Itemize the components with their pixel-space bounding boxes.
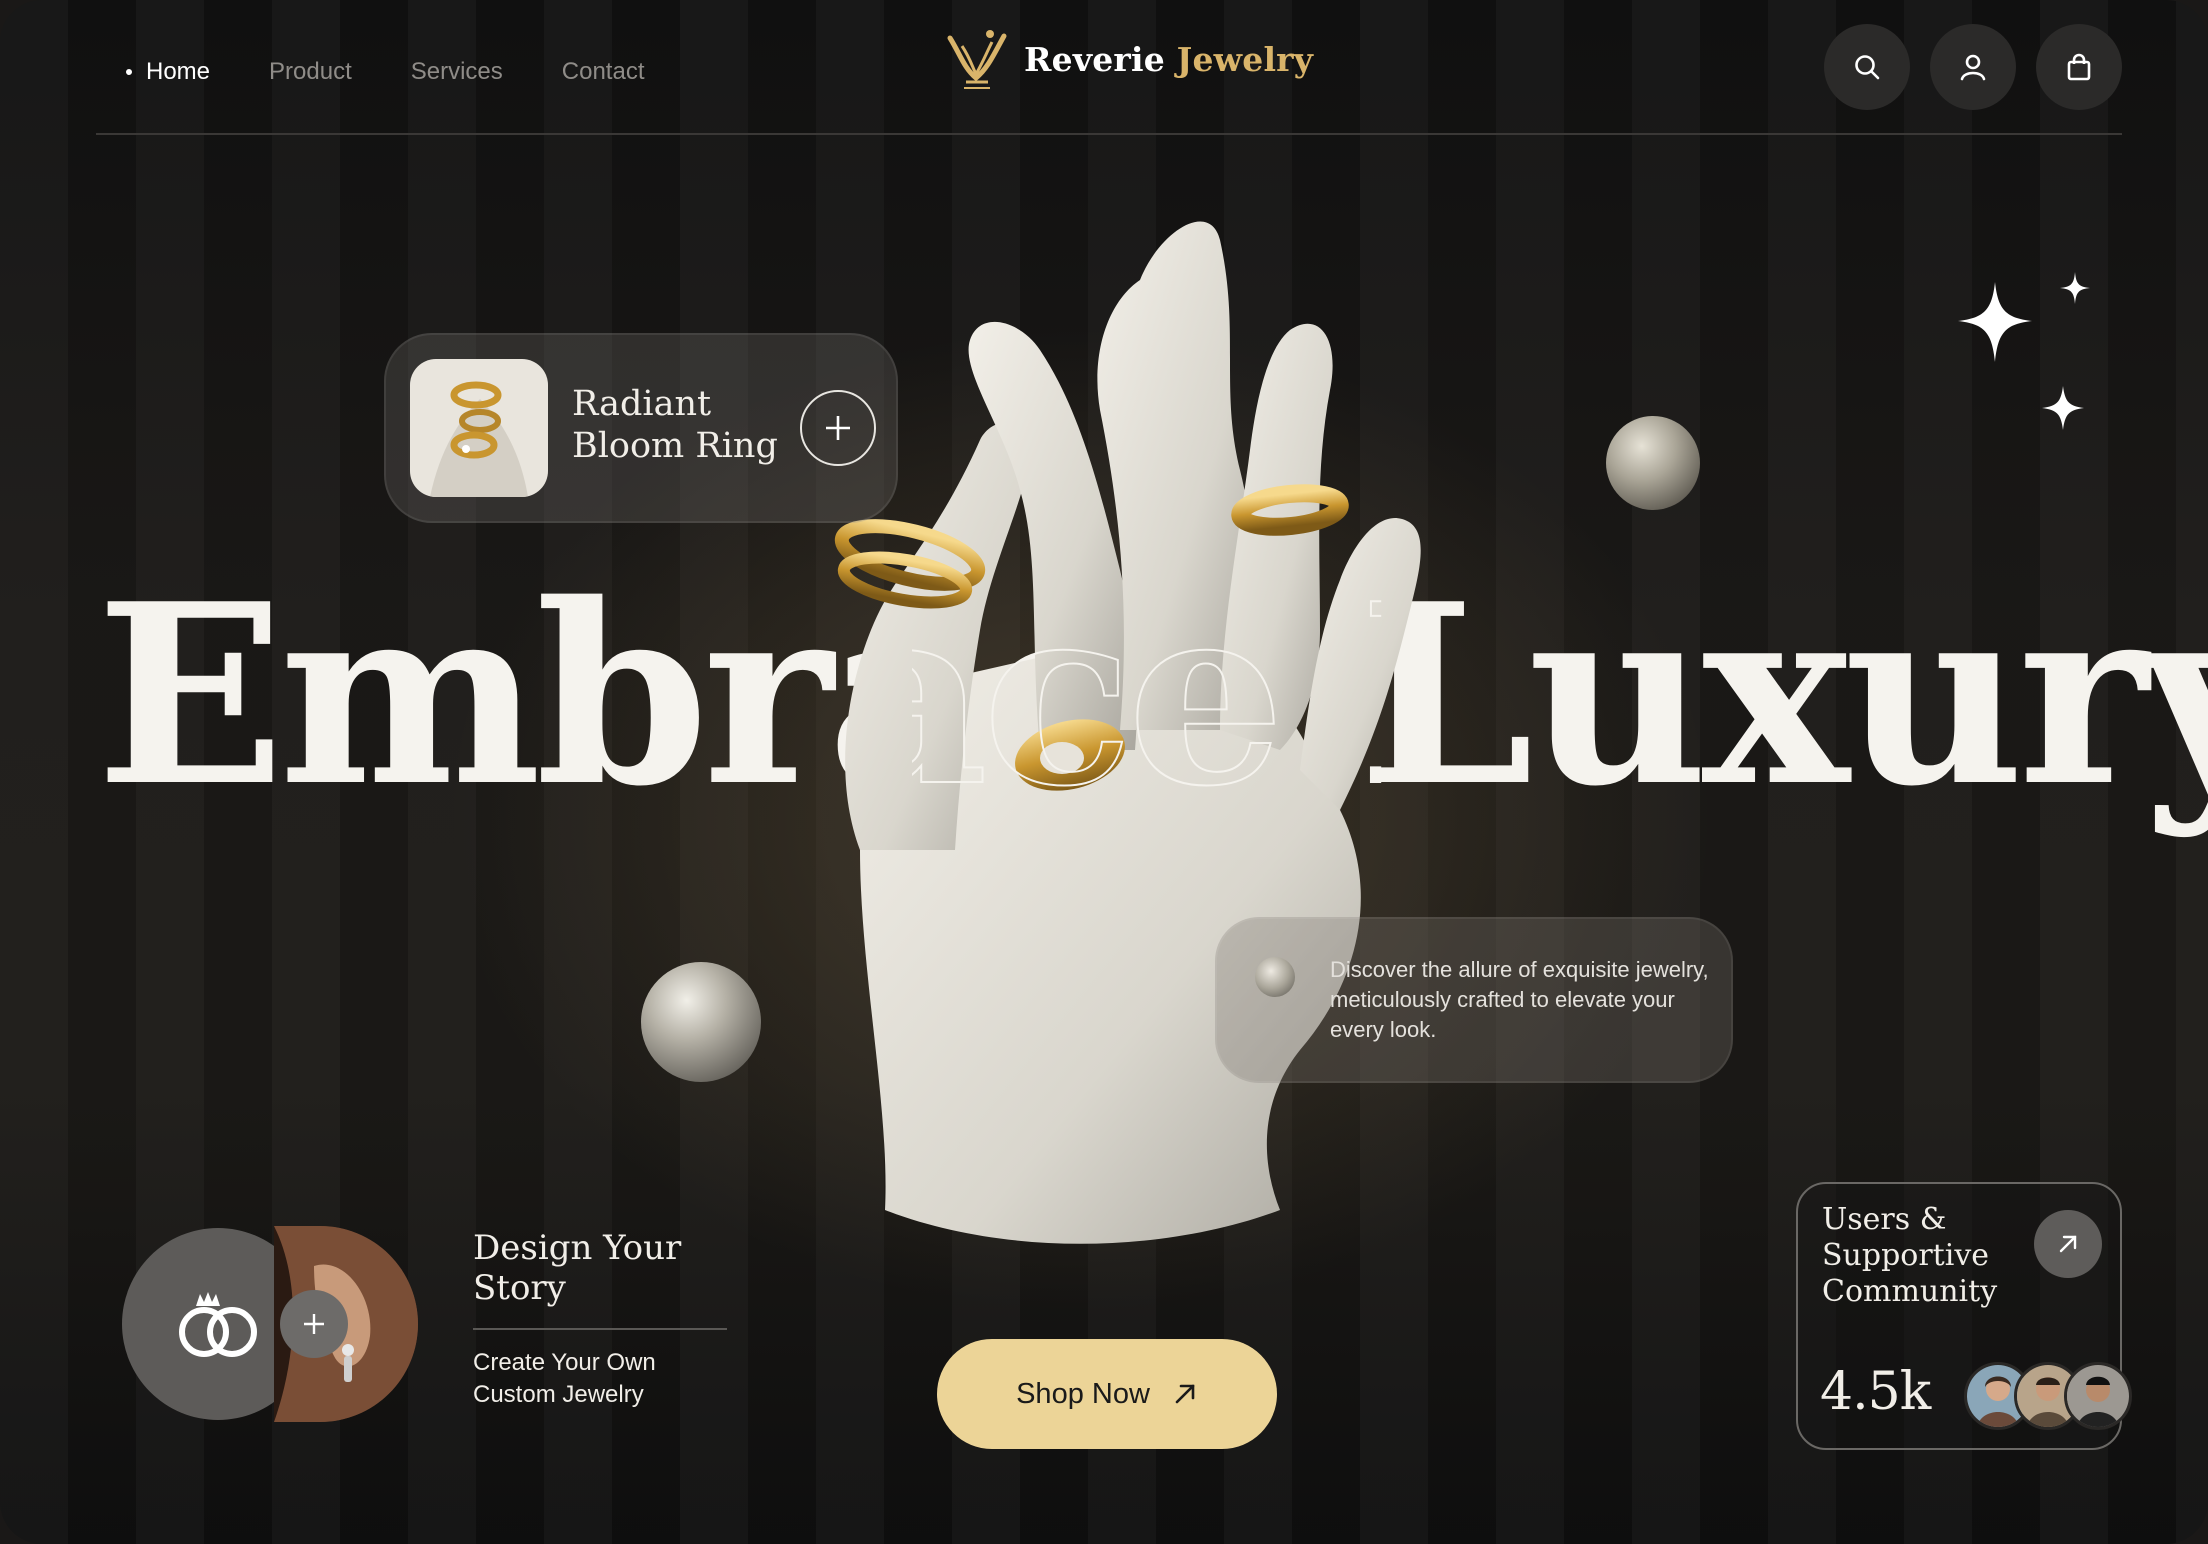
avatar-stack — [1964, 1362, 2132, 1430]
nav-item-contact[interactable]: Contact — [562, 58, 645, 86]
custom-section-subtitle: Create Your Own Custom Jewelry — [473, 1349, 656, 1408]
shopping-bag-icon — [2067, 53, 2091, 81]
top-nav: Home Product Services Contact Reverie Je… — [96, 24, 2122, 134]
nav-item-product[interactable]: Product — [269, 58, 352, 86]
nav-divider — [96, 133, 2122, 135]
nav-item-services[interactable]: Services — [411, 58, 503, 86]
brand-name-secondary: Jewelry — [1176, 39, 1314, 79]
nav-actions — [1824, 24, 2122, 110]
nav-item-home[interactable]: Home — [126, 58, 210, 86]
arrow-up-right-icon — [2059, 1235, 2077, 1253]
pearl-icon — [1255, 957, 1295, 997]
account-button[interactable] — [1930, 24, 2016, 110]
nav-item-label: Contact — [561, 58, 645, 85]
shop-now-label: Shop Now — [1016, 1377, 1150, 1410]
plus-icon — [826, 416, 850, 440]
add-product-button[interactable] — [800, 390, 876, 466]
community-title: Users & Supportive Community — [1822, 1202, 1998, 1309]
page-frame: Home Product Services Contact Reverie Je… — [0, 0, 2208, 1544]
description-card: Discover the allure of exquisite jewelry… — [1215, 917, 1733, 1083]
brand-name: Reverie Jewelry — [1024, 40, 1313, 79]
nav-item-label: Home — [146, 58, 211, 85]
product-title: Radiant Bloom Ring — [572, 384, 778, 466]
community-link-button[interactable] — [2034, 1210, 2102, 1278]
featured-product-card[interactable]: Radiant Bloom Ring — [384, 333, 898, 523]
active-dot — [126, 69, 132, 75]
pearl-sphere — [1606, 416, 1700, 510]
community-card: Users & Supportive Community 4.5k — [1796, 1182, 2132, 1450]
community-count: 4.5k — [1820, 1362, 1931, 1422]
brand-name-primary: Reverie — [1024, 39, 1165, 79]
shop-now-button[interactable]: Shop Now — [937, 1339, 1277, 1449]
user-icon — [1960, 54, 1986, 81]
avatar — [2064, 1362, 2132, 1430]
nav-item-label: Product — [269, 58, 352, 85]
rings-icon — [179, 1292, 257, 1357]
custom-section-divider — [473, 1328, 727, 1330]
description-text: Discover the allure of exquisite jewelry… — [1330, 957, 1709, 1042]
search-button[interactable] — [1824, 24, 1910, 110]
logo-icon — [947, 30, 1007, 89]
nav-links: Home Product Services Contact — [126, 58, 645, 86]
cart-button[interactable] — [2036, 24, 2122, 110]
arrow-up-right-icon — [1175, 1384, 1195, 1404]
plus-icon — [304, 1314, 324, 1334]
customize-add-button[interactable] — [280, 1290, 348, 1358]
brand-logo[interactable]: Reverie Jewelry — [942, 24, 1313, 94]
product-thumbnail — [410, 359, 548, 497]
nav-item-label: Services — [410, 58, 503, 85]
sparkle-icon — [1958, 272, 2090, 430]
custom-section-title: Design Your Story — [473, 1228, 682, 1308]
search-icon — [1855, 55, 1880, 80]
